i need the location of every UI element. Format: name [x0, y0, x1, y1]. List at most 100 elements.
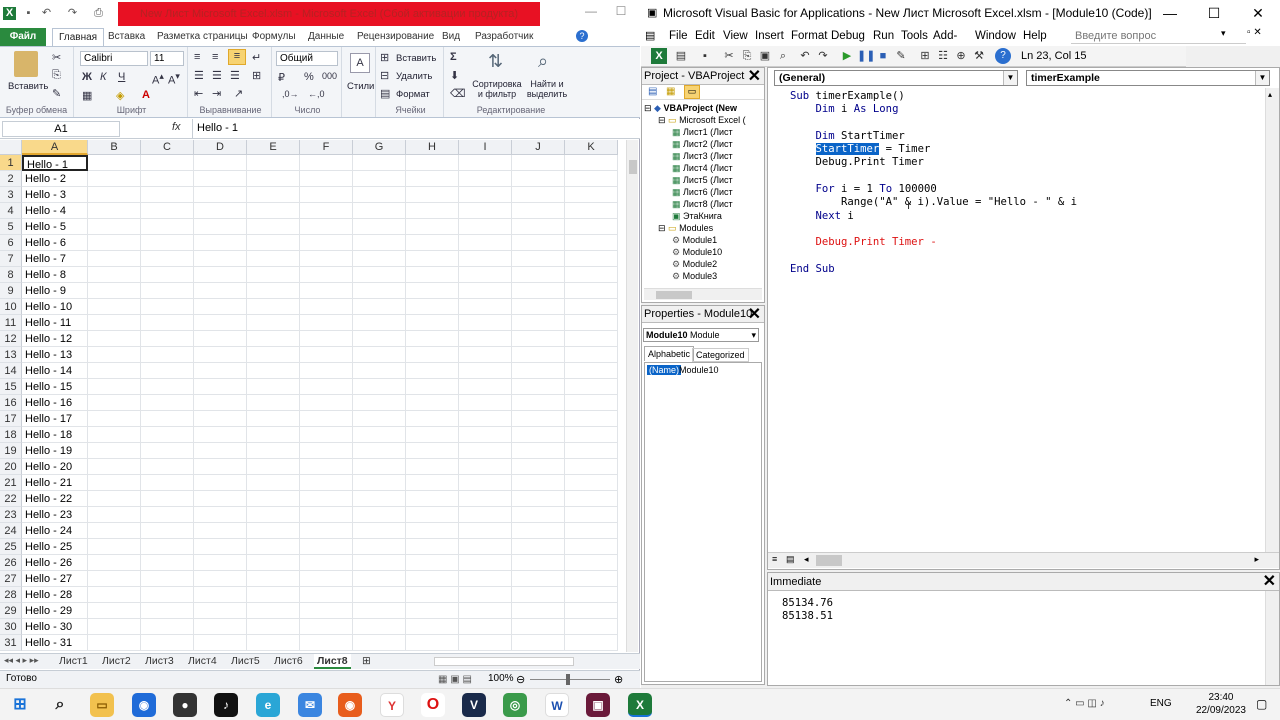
full-module-view-icon[interactable]: ▤	[786, 554, 795, 565]
cell[interactable]	[353, 603, 406, 619]
help-search-input[interactable]: Введите вопрос	[1071, 28, 1246, 44]
wrap-text-icon[interactable]: ↵	[252, 51, 261, 64]
toggle-folders-icon[interactable]: ▭	[684, 85, 700, 99]
cell[interactable]	[406, 187, 459, 203]
search-icon[interactable]: ⌕	[48, 693, 72, 717]
code-line[interactable]: End Sub	[790, 263, 1270, 276]
paste-icon[interactable]	[14, 51, 38, 77]
cell[interactable]	[88, 619, 141, 635]
cell[interactable]	[406, 267, 459, 283]
cell[interactable]	[247, 283, 300, 299]
cell[interactable]	[141, 555, 194, 571]
cell[interactable]	[565, 155, 618, 171]
cell[interactable]	[406, 315, 459, 331]
zoom-slider[interactable]	[530, 679, 610, 680]
vertical-scrollbar[interactable]	[626, 140, 638, 652]
row-header[interactable]: 9	[0, 283, 22, 299]
cell[interactable]	[141, 379, 194, 395]
tab-formulas[interactable]: Формулы	[246, 28, 302, 46]
cell[interactable]	[88, 155, 141, 171]
code-line[interactable]: Range("A" & i).Value = "Hello - " & i	[790, 196, 1270, 209]
cell[interactable]	[512, 235, 565, 251]
cell-a[interactable]: Hello - 26	[22, 555, 88, 571]
cell[interactable]	[88, 171, 141, 187]
cell[interactable]	[247, 507, 300, 523]
cell[interactable]	[459, 235, 512, 251]
cell[interactable]	[247, 555, 300, 571]
view-buttons-icon[interactable]: ▦ ▣ ▤	[438, 674, 472, 685]
cell[interactable]	[300, 635, 353, 651]
cell[interactable]	[88, 539, 141, 555]
cell[interactable]	[512, 155, 565, 171]
cell[interactable]	[247, 427, 300, 443]
cell[interactable]	[88, 603, 141, 619]
cell[interactable]	[194, 411, 247, 427]
cell[interactable]	[512, 267, 565, 283]
cell[interactable]	[247, 251, 300, 267]
cell[interactable]	[459, 411, 512, 427]
find-select-label[interactable]: Найти и выделить	[524, 79, 570, 99]
cell[interactable]	[141, 283, 194, 299]
menu-tools[interactable]: Tools	[901, 26, 928, 46]
collapse-icon[interactable]: ⊟	[658, 115, 668, 125]
cell[interactable]	[88, 347, 141, 363]
cell[interactable]	[300, 427, 353, 443]
cell[interactable]	[141, 331, 194, 347]
cell[interactable]	[406, 299, 459, 315]
code-hscroll-thumb[interactable]	[816, 555, 842, 566]
cell[interactable]	[247, 203, 300, 219]
row-header[interactable]: 5	[0, 219, 22, 235]
row-header[interactable]: 11	[0, 315, 22, 331]
cell[interactable]	[565, 507, 618, 523]
cell[interactable]	[194, 555, 247, 571]
cell[interactable]	[353, 587, 406, 603]
cell[interactable]	[300, 267, 353, 283]
cell[interactable]	[565, 379, 618, 395]
tree-item[interactable]: ⚙ Module1	[672, 234, 717, 246]
chrome-icon[interactable]: ◎	[503, 693, 527, 717]
cell[interactable]	[406, 347, 459, 363]
cell[interactable]	[88, 203, 141, 219]
sheet-tab[interactable]: Лист2	[99, 654, 134, 669]
scroll-right-icon[interactable]: ▸	[1254, 554, 1259, 565]
sort-filter-label[interactable]: Сортировка и фильтр	[472, 79, 522, 99]
cell[interactable]	[300, 619, 353, 635]
row-header[interactable]: 24	[0, 523, 22, 539]
cell[interactable]	[353, 331, 406, 347]
cell[interactable]	[141, 219, 194, 235]
cell[interactable]	[406, 459, 459, 475]
cell[interactable]	[459, 203, 512, 219]
cell-a[interactable]: Hello - 14	[22, 363, 88, 379]
minimize-icon[interactable]: —	[1148, 0, 1192, 26]
cell[interactable]	[194, 507, 247, 523]
menu-run[interactable]: Run	[873, 26, 894, 46]
font-name-select[interactable]: Calibri	[80, 51, 148, 66]
row-header[interactable]: 27	[0, 571, 22, 587]
cell[interactable]	[459, 491, 512, 507]
cell[interactable]	[141, 491, 194, 507]
mail-icon[interactable]: ✉	[298, 693, 322, 717]
view-object-icon[interactable]: ▦	[666, 86, 675, 97]
cell[interactable]	[406, 251, 459, 267]
cell[interactable]	[247, 155, 300, 171]
cell[interactable]	[300, 219, 353, 235]
cell[interactable]	[406, 443, 459, 459]
cell[interactable]	[459, 155, 512, 171]
cell[interactable]	[565, 571, 618, 587]
cell[interactable]	[247, 603, 300, 619]
cell[interactable]	[194, 299, 247, 315]
column-header[interactable]: I	[459, 140, 512, 155]
cell[interactable]	[88, 427, 141, 443]
row-header[interactable]: 31	[0, 635, 22, 651]
cell[interactable]	[353, 475, 406, 491]
cell[interactable]	[353, 171, 406, 187]
row-header[interactable]: 18	[0, 427, 22, 443]
format-painter-icon[interactable]: ✎	[52, 87, 61, 100]
row-header[interactable]: 12	[0, 331, 22, 347]
cell-a[interactable]: Hello - 12	[22, 331, 88, 347]
sheet-tab[interactable]: Лист5	[228, 654, 263, 669]
tree-item[interactable]: ⊟ ▭ Microsoft Excel (	[658, 114, 746, 126]
cell[interactable]	[300, 203, 353, 219]
cell[interactable]	[247, 267, 300, 283]
cell[interactable]	[300, 539, 353, 555]
